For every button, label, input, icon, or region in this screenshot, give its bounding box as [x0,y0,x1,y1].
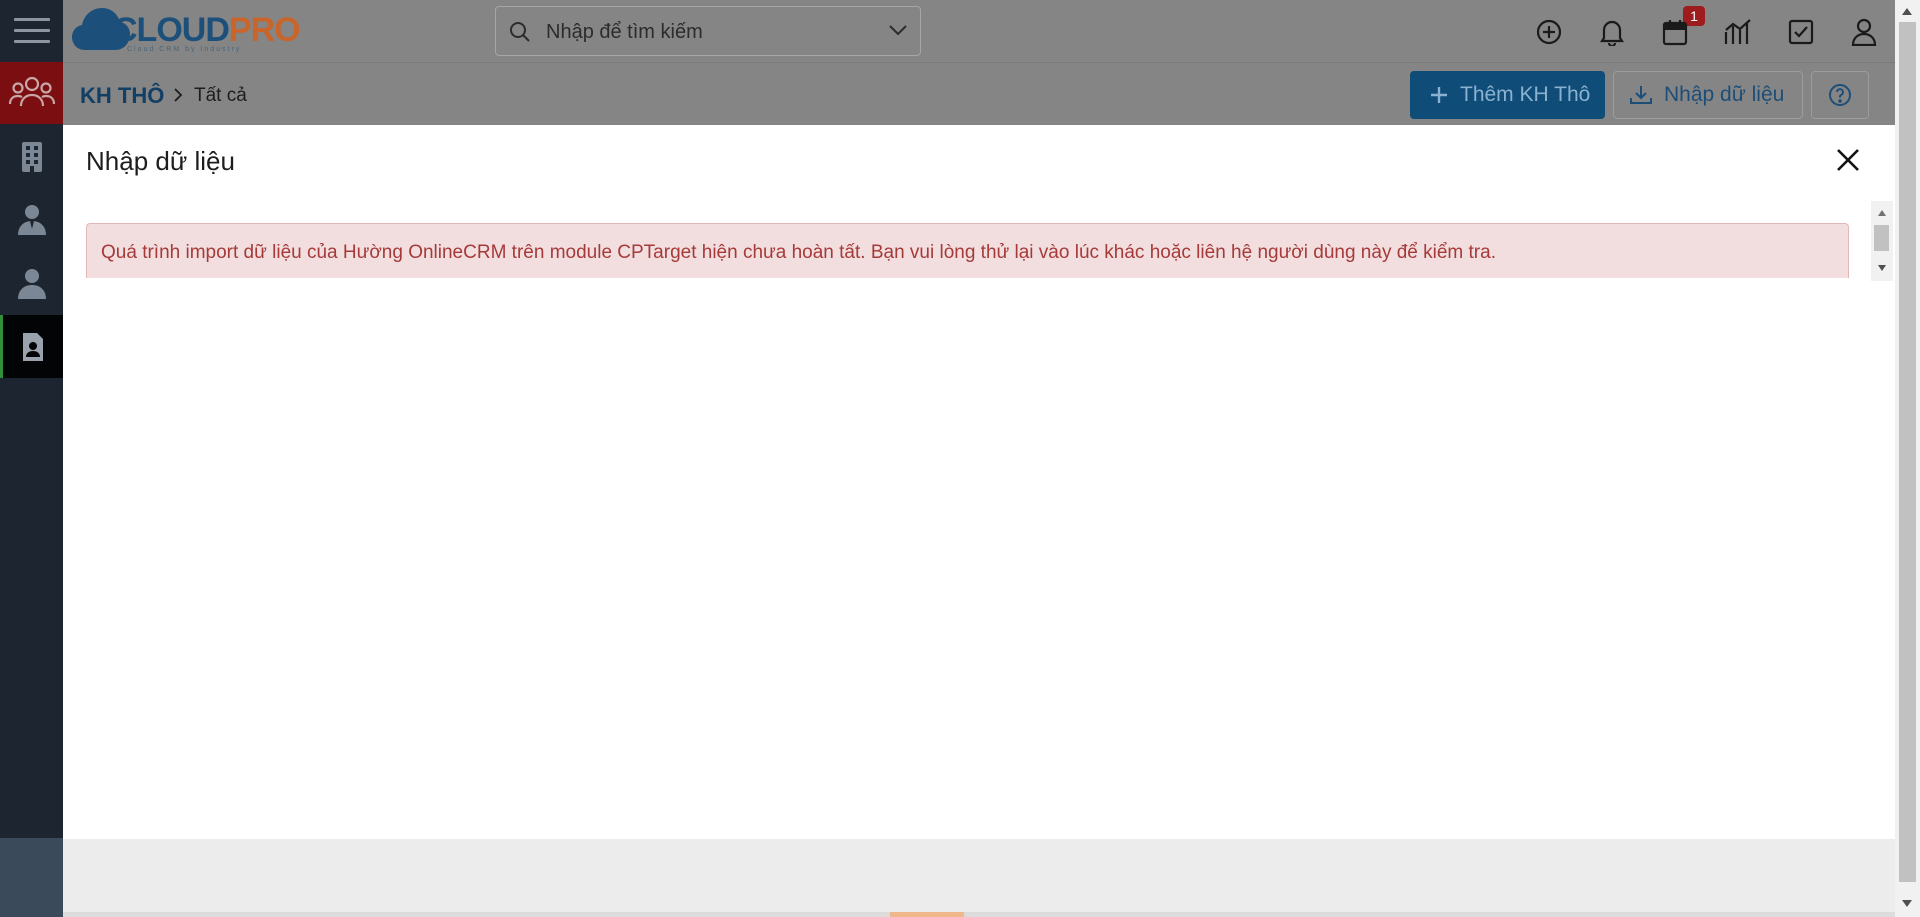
sub-header: KH THÔ Tất cả Thêm KH Thô Nhập dữ liệu [63,63,1895,125]
sidebar-item-leads[interactable] [0,62,63,124]
user-profile-button[interactable] [1848,16,1880,48]
building-icon [21,142,42,172]
import-data-button[interactable]: Nhập dữ liệu [1613,71,1803,119]
sidebar-item-persons[interactable] [0,252,63,314]
chart-icon [1724,19,1751,44]
modal-footer-backdrop [63,839,1895,917]
help-button[interactable] [1811,71,1869,119]
quick-create-button[interactable] [1533,16,1565,48]
logo-wordmark: CLOUDPRO [113,11,301,49]
document-user-icon [23,332,43,361]
close-icon [1837,149,1859,171]
import-data-label: Nhập dữ liệu [1664,83,1785,106]
calendar-icon [1662,20,1688,46]
top-header: CLOUDPRO Cloud CRM by Industry 1 [63,0,1895,63]
users-group-icon [8,76,55,107]
sidebar-footer [0,838,63,917]
notifications-button[interactable] [1596,16,1628,48]
modal-scrollbar-thumb[interactable] [1874,225,1889,251]
reports-button[interactable] [1722,16,1754,48]
search-input[interactable] [546,17,876,47]
hamburger-menu-icon[interactable] [0,0,63,62]
search-icon [510,22,530,42]
page-bottom-accent [890,912,964,917]
import-error-alert: Quá trình import dữ liệu của Hường Onlin… [86,223,1849,278]
page-scroll-down-icon[interactable] [1902,900,1912,907]
scroll-up-arrow-icon[interactable] [1878,210,1886,216]
add-lead-label: Thêm KH Thô [1460,83,1591,106]
tasks-button[interactable] [1785,16,1817,48]
bell-icon [1599,20,1625,46]
user-icon [1851,18,1877,46]
plus-circle-icon [1536,19,1562,45]
modal-title: Nhập dữ liệu [86,146,235,176]
download-icon [1630,86,1652,104]
chevron-down-icon[interactable] [888,24,908,36]
page-scrollbar[interactable] [1895,0,1920,917]
sidebar-item-documents[interactable] [0,315,63,378]
cloudpro-logo[interactable]: CLOUDPRO Cloud CRM by Industry [71,4,301,56]
scroll-down-arrow-icon[interactable] [1878,265,1886,271]
chevron-right-icon [174,88,183,102]
page-bottom-strip [63,912,1895,917]
calendar-button[interactable] [1659,16,1691,48]
add-lead-button[interactable]: Thêm KH Thô [1410,71,1605,119]
page-scroll-up-icon[interactable] [1902,8,1912,15]
global-search[interactable] [495,6,921,56]
sidebar [0,0,63,917]
modal-scrollbar[interactable] [1871,201,1893,281]
contact-tie-icon [17,205,46,235]
breadcrumb-module[interactable]: KH THÔ [80,83,164,109]
logo-tagline: Cloud CRM by Industry [127,46,242,53]
sidebar-item-organizations[interactable] [0,126,63,188]
checkbox-icon [1788,19,1814,45]
sidebar-item-contacts[interactable] [0,188,63,250]
question-circle-icon [1829,84,1851,106]
import-modal: Nhập dữ liệu Quá trình import dữ liệu củ… [63,125,1895,839]
breadcrumb-current[interactable]: Tất cả [194,85,247,107]
plus-icon [1431,87,1447,103]
page-scrollbar-thumb[interactable] [1899,22,1916,882]
close-modal-button[interactable] [1831,143,1865,177]
person-icon [17,269,46,299]
